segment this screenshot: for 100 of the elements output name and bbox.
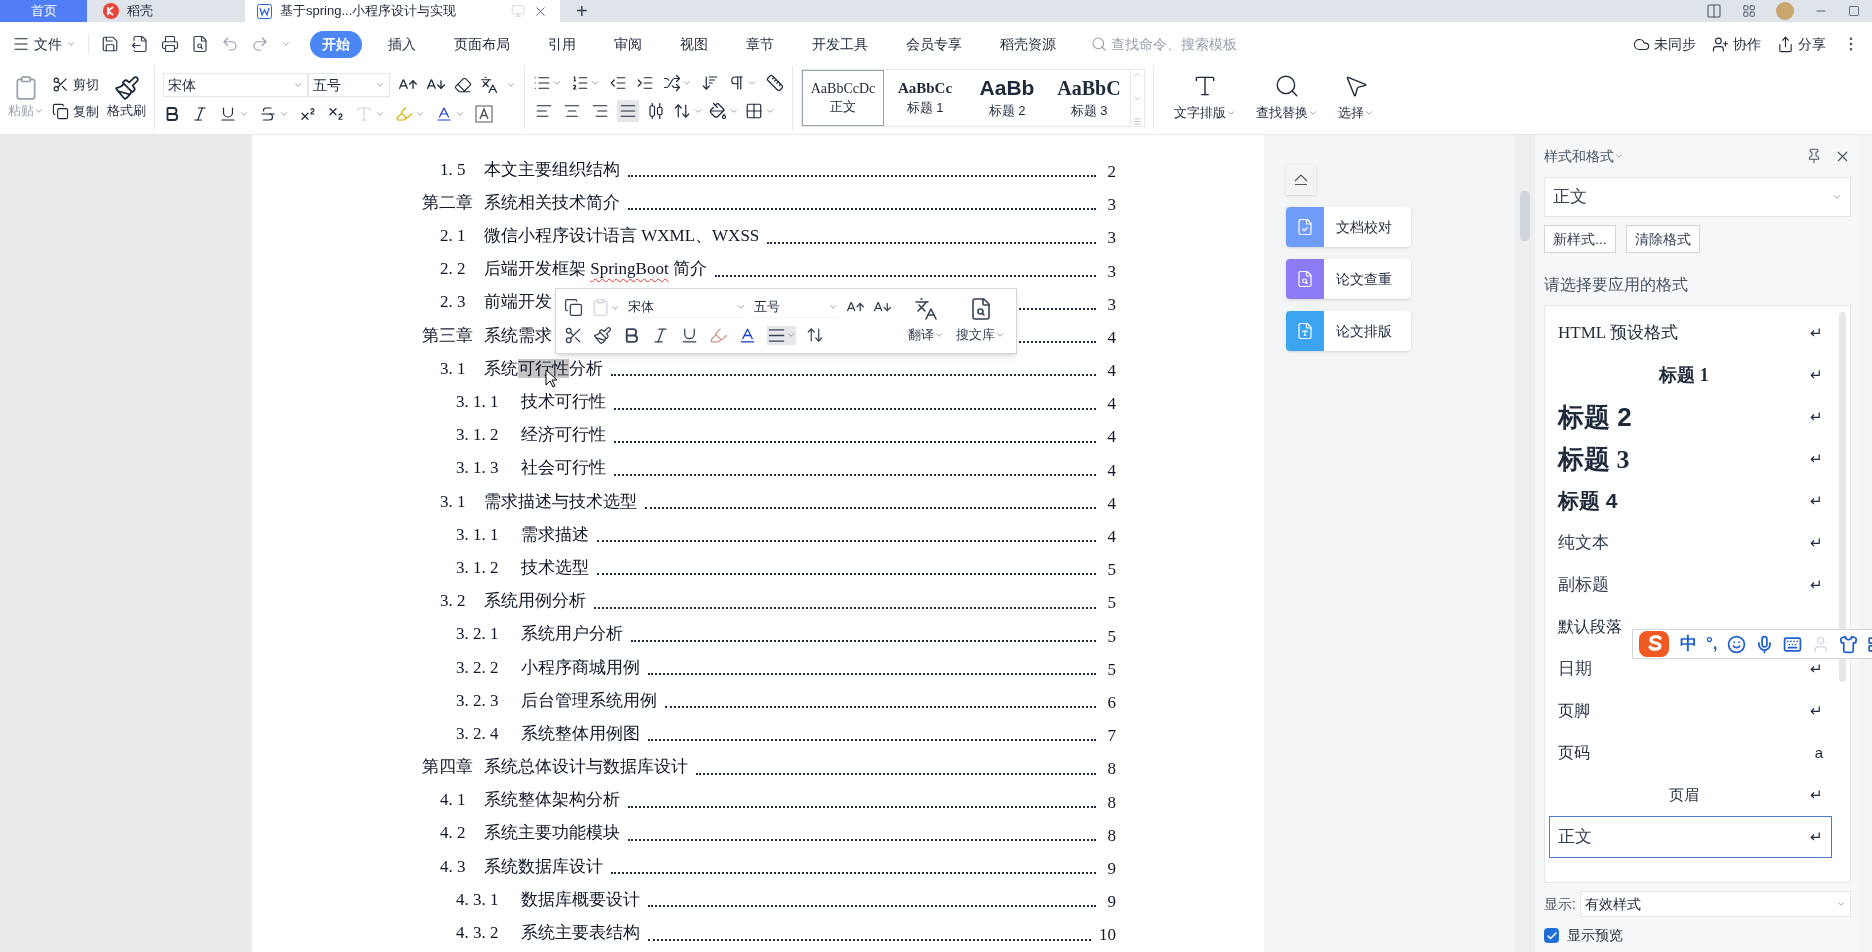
pin-icon[interactable] bbox=[1806, 148, 1822, 164]
new-tab-button[interactable]: + bbox=[560, 0, 604, 22]
header-action[interactable]: 分享 bbox=[1777, 33, 1826, 55]
ime-label[interactable]: °, bbox=[1706, 631, 1718, 657]
save-icon[interactable] bbox=[101, 35, 119, 53]
format-painter-icon[interactable] bbox=[593, 325, 612, 345]
style-item[interactable]: 标题 1 ↵ bbox=[1549, 354, 1832, 396]
font-size-select[interactable]: 五号 bbox=[308, 73, 390, 97]
line-spacing-icon[interactable] bbox=[806, 326, 824, 345]
underline-icon[interactable] bbox=[219, 105, 237, 123]
keyboard-icon[interactable] bbox=[1782, 634, 1802, 654]
toc-page-number: 10 bbox=[1099, 924, 1116, 946]
style-item[interactable]: 页脚 ↵ bbox=[1549, 690, 1832, 732]
preview-checkbox[interactable] bbox=[1544, 928, 1559, 943]
document-tab[interactable]: 基于spring...小程序设计与实现 bbox=[245, 0, 560, 22]
outdent-icon[interactable] bbox=[609, 74, 627, 92]
side-tool-button[interactable]: 论文排版 bbox=[1286, 311, 1411, 351]
style-marker: ↵ bbox=[1810, 406, 1823, 427]
caret-icon bbox=[828, 302, 838, 312]
align-button[interactable] bbox=[767, 325, 796, 345]
character-border-icon[interactable] bbox=[475, 105, 493, 123]
ribbon-tab[interactable]: 审阅 bbox=[602, 30, 654, 58]
show-marks-icon[interactable] bbox=[728, 74, 746, 92]
numbered-list-icon[interactable] bbox=[571, 74, 589, 92]
format-painter-button[interactable]: 格式刷 bbox=[107, 75, 146, 121]
ribbon-tab[interactable]: 插入 bbox=[376, 30, 428, 58]
copy-button[interactable]: 复制 bbox=[52, 102, 99, 122]
ribbon-tool-button[interactable]: 选择 bbox=[1338, 73, 1374, 123]
style-item[interactable]: 标题 4 ↵ bbox=[1549, 480, 1832, 522]
style-item[interactable]: 纯文本 ↵ bbox=[1549, 522, 1832, 564]
toc-number: 3. 2 bbox=[440, 590, 467, 613]
maximize-icon[interactable] bbox=[1848, 5, 1860, 17]
font-select[interactable]: 宋体 bbox=[163, 73, 308, 97]
shirt-icon[interactable] bbox=[1838, 634, 1858, 654]
font-select[interactable]: 宋体 bbox=[628, 297, 746, 318]
style-item[interactable]: 标题 2 ↵ bbox=[1549, 396, 1832, 438]
sogou-logo-icon[interactable] bbox=[1637, 629, 1671, 659]
ime-label[interactable]: 中 bbox=[1680, 631, 1697, 657]
scrollbar-thumb[interactable] bbox=[1839, 312, 1846, 682]
header-action[interactable]: 协作 bbox=[1712, 33, 1761, 55]
ribbon-tab[interactable]: 页面布局 bbox=[442, 30, 522, 58]
sort-icon[interactable] bbox=[701, 74, 719, 92]
ribbon-tool-button[interactable]: 查找替换 bbox=[1256, 73, 1318, 123]
translate-button[interactable]: 翻译 bbox=[908, 289, 944, 353]
eraser-icon[interactable] bbox=[454, 76, 472, 94]
print-preview-icon[interactable] bbox=[191, 35, 209, 53]
ribbon-tab[interactable]: 稻壳资源 bbox=[988, 30, 1068, 58]
line-spacing-icon[interactable] bbox=[673, 102, 691, 120]
bullet-list-icon[interactable] bbox=[533, 74, 551, 92]
style-preset[interactable]: AaBb 标题 2 bbox=[966, 70, 1048, 126]
export-icon[interactable] bbox=[131, 35, 149, 53]
panel-title[interactable]: 样式和格式 bbox=[1544, 145, 1624, 167]
current-style-select[interactable]: 正文 bbox=[1544, 177, 1851, 217]
collapse-button[interactable] bbox=[1286, 165, 1316, 195]
superscript-icon[interactable] bbox=[299, 105, 317, 123]
file-menu[interactable]: 文件 bbox=[12, 33, 76, 55]
style-item[interactable]: 副标题 ↵ bbox=[1549, 564, 1832, 606]
ribbon-tab[interactable]: 会员专享 bbox=[894, 30, 974, 58]
side-tool-button[interactable]: 论文查重 bbox=[1286, 259, 1411, 299]
font-color-icon[interactable] bbox=[435, 105, 453, 123]
style-item[interactable]: 页眉 ↵ bbox=[1549, 774, 1832, 816]
ribbon-tab[interactable]: 引用 bbox=[536, 30, 588, 58]
search-library-button[interactable]: 搜文库 bbox=[956, 289, 1005, 353]
style-item[interactable]: 正文 ↵ bbox=[1549, 816, 1832, 858]
chinese-layout-icon[interactable] bbox=[663, 74, 681, 92]
copy-icon[interactable] bbox=[564, 298, 583, 317]
ruler-icon[interactable] bbox=[766, 74, 784, 92]
smile-icon[interactable] bbox=[1726, 634, 1746, 654]
ribbon-tab[interactable]: 章节 bbox=[734, 30, 786, 58]
italic-icon[interactable] bbox=[191, 105, 209, 123]
side-tool-button[interactable]: 文档校对 bbox=[1286, 207, 1411, 247]
style-action-button[interactable]: 清除格式 bbox=[1625, 225, 1700, 253]
cut-button[interactable]: 剪切 bbox=[52, 74, 99, 94]
grid-icon[interactable] bbox=[1742, 4, 1756, 18]
print-icon[interactable] bbox=[161, 35, 179, 53]
layout-icon[interactable] bbox=[1706, 3, 1722, 19]
style-preset[interactable]: AaBbC 标题 3 bbox=[1048, 70, 1130, 126]
subscript-icon[interactable] bbox=[327, 105, 345, 123]
style-item[interactable]: 页码 a bbox=[1549, 732, 1832, 774]
style-item[interactable]: HTML 预设格式 ↵ bbox=[1549, 312, 1832, 354]
strikethrough-icon[interactable] bbox=[259, 105, 277, 123]
ribbon-tab[interactable]: 开发工具 bbox=[800, 30, 880, 58]
style-item[interactable]: 标题 3 ↵ bbox=[1549, 438, 1832, 480]
ribbon-tab[interactable]: 视图 bbox=[668, 30, 720, 58]
font-color-icon[interactable] bbox=[738, 325, 757, 345]
scissors-icon[interactable] bbox=[564, 325, 583, 345]
style-action-button[interactable]: 新样式... bbox=[1544, 225, 1616, 253]
phonetic-icon[interactable] bbox=[480, 76, 498, 94]
shading-icon[interactable] bbox=[709, 102, 727, 120]
vertical-scrollbar[interactable] bbox=[1515, 135, 1535, 952]
ribbon-tool-button[interactable]: 文字排版 bbox=[1174, 73, 1236, 123]
font-size-select[interactable]: 五号 bbox=[754, 297, 838, 318]
show-select[interactable]: 有效样式 bbox=[1579, 891, 1851, 917]
header-action[interactable]: 未同步 bbox=[1633, 33, 1696, 55]
style-preset[interactable]: AaBbCc 标题 1 bbox=[884, 70, 966, 126]
indent-icon[interactable] bbox=[636, 74, 654, 92]
style-preset[interactable]: AaBbCcDc 正文 bbox=[802, 70, 884, 126]
prompt-label: 请选择要应用的格式 bbox=[1544, 275, 1689, 295]
borders-icon[interactable] bbox=[745, 102, 763, 120]
document-tab[interactable]: 首页 bbox=[0, 0, 87, 22]
